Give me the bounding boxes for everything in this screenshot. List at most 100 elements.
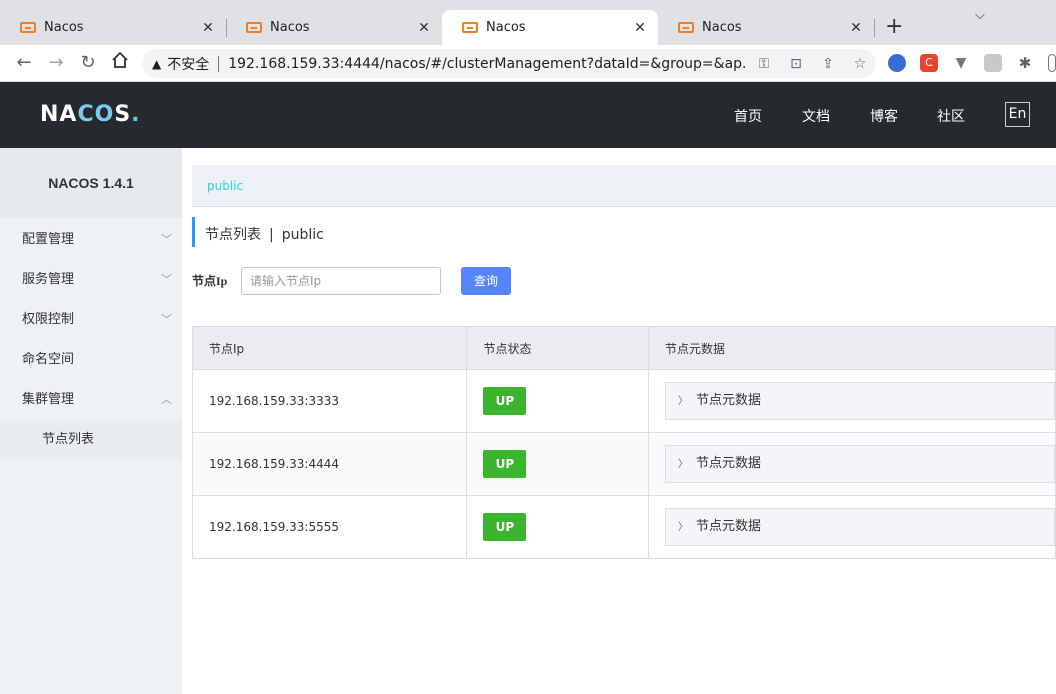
logo-text: .	[131, 102, 141, 127]
sidebar-item-service[interactable]: 服务管理 ﹀	[0, 260, 182, 300]
browser-tab[interactable]: Nacos ✕	[658, 10, 874, 45]
reload-icon[interactable]: ↻	[76, 51, 100, 75]
status-cell: UP	[466, 432, 649, 496]
chevron-up-icon: ︿	[161, 393, 172, 406]
status-badge: UP	[483, 513, 527, 541]
security-label[interactable]: 不安全	[167, 54, 209, 74]
extension-firefox-icon[interactable]	[888, 54, 906, 72]
tab-title: Nacos	[44, 20, 84, 35]
nacos-favicon-icon	[678, 22, 694, 33]
status-cell: UP	[466, 495, 649, 559]
nacos-favicon-icon	[462, 22, 478, 33]
node-ip-cell: 192.168.159.33:3333	[191, 369, 468, 433]
sidebar-item-label: 集群管理	[22, 392, 75, 407]
node-ip-cell: 192.168.159.33:4444	[191, 432, 468, 496]
metadata-expander[interactable]: 〉节点元数据	[664, 508, 1055, 546]
key-icon[interactable]: ⚿	[748, 56, 780, 72]
bookmark-star-icon[interactable]: ☆	[844, 56, 876, 72]
tab-divider	[874, 19, 875, 37]
page-title-text: 节点列表	[205, 227, 261, 243]
extension-gray-icon[interactable]	[984, 54, 1002, 72]
logo-text: NA	[40, 102, 78, 127]
extension-v-icon[interactable]: ▼	[952, 54, 970, 72]
sidebar-item-label: 服务管理	[22, 272, 75, 287]
metadata-cell: 〉节点元数据	[647, 369, 1056, 433]
metadata-label: 节点元数据	[695, 393, 761, 408]
logo-text: O	[94, 102, 115, 127]
chevron-down-icon: ﹀	[161, 313, 172, 326]
forward-arrow-icon[interactable]: →	[44, 51, 68, 75]
tab-close-icon[interactable]: ✕	[632, 20, 648, 36]
table-row: 192.168.159.33:3333 UP 〉节点元数据	[191, 369, 1056, 433]
sidebar-item-label: 权限控制	[22, 312, 75, 327]
sidebar-title: NACOS 1.4.1	[0, 148, 182, 218]
namespace-link[interactable]: public	[207, 179, 243, 193]
share-icon[interactable]: ⇪	[812, 56, 844, 72]
query-button[interactable]: 查询	[461, 267, 511, 295]
extensions-puzzle-icon[interactable]: ✱	[1016, 54, 1034, 72]
home-icon[interactable]	[108, 51, 132, 75]
page-title-separator: |	[269, 227, 274, 243]
nav-blog-link[interactable]: 博客	[870, 106, 898, 126]
sidebar-item-namespace[interactable]: 命名空间	[0, 340, 182, 380]
column-header-status: 节点状态	[466, 326, 649, 370]
chevron-right-icon: 〉	[677, 396, 688, 407]
sidebar-item-config[interactable]: 配置管理 ﹀	[0, 220, 182, 260]
logo-text: C	[77, 102, 95, 127]
browser-toolbar: ← → ↻ ▲ 不安全 192.168.159.33:4444/nacos/#/…	[0, 45, 1056, 82]
tab-title: Nacos	[486, 20, 526, 35]
browser-tab-strip: Nacos ✕ Nacos ✕ Nacos ✕ Nacos ✕ + ⌵	[0, 0, 1056, 45]
tab-title: Nacos	[270, 20, 310, 35]
language-toggle-button[interactable]: En	[1005, 102, 1030, 127]
sidebar-item-auth[interactable]: 权限控制 ﹀	[0, 300, 182, 340]
tab-close-icon[interactable]: ✕	[200, 20, 216, 36]
table-row: 192.168.159.33:4444 UP 〉节点元数据	[191, 432, 1056, 496]
node-ip-cell: 192.168.159.33:5555	[191, 495, 468, 559]
tab-search-chevron-icon[interactable]: ⌵	[975, 8, 985, 23]
browser-tab[interactable]: Nacos ✕	[0, 10, 226, 45]
app-header: NACOS. 首页 文档 博客 社区 En	[0, 82, 1056, 148]
node-ip-filter-label: 节点Ip	[192, 274, 228, 288]
nacos-logo[interactable]: NACOS.	[40, 102, 141, 127]
browser-tab-active[interactable]: Nacos ✕	[442, 10, 658, 45]
browser-tab[interactable]: Nacos ✕	[226, 10, 442, 45]
address-bar[interactable]: ▲ 不安全 192.168.159.33:4444/nacos/#/cluste…	[142, 49, 876, 78]
nacos-favicon-icon	[246, 22, 262, 33]
back-arrow-icon[interactable]: ←	[12, 51, 36, 75]
extension-c-icon[interactable]: C	[920, 54, 938, 72]
metadata-expander[interactable]: 〉节点元数据	[664, 382, 1055, 420]
status-cell: UP	[466, 369, 649, 433]
table-header-row: 节点Ip 节点状态 节点元数据	[191, 326, 1056, 370]
metadata-expander[interactable]: 〉节点元数据	[664, 445, 1055, 483]
metadata-cell: 〉节点元数据	[647, 432, 1056, 496]
new-tab-button[interactable]: +	[885, 16, 903, 38]
sidebar-item-label: 命名空间	[22, 352, 75, 367]
metadata-cell: 〉节点元数据	[647, 495, 1056, 559]
chevron-right-icon: 〉	[677, 522, 688, 533]
sidebar-subitem-node-list[interactable]: 节点列表	[0, 420, 182, 460]
chevron-down-icon: ﹀	[161, 273, 172, 286]
omnibox-divider	[218, 55, 220, 72]
warning-triangle-icon[interactable]: ▲	[152, 57, 161, 71]
url-text[interactable]: 192.168.159.33:4444/nacos/#/clusterManag…	[228, 56, 748, 72]
status-badge: UP	[483, 387, 527, 415]
tab-title: Nacos	[702, 20, 742, 35]
tab-close-icon[interactable]: ✕	[848, 20, 864, 36]
nav-home-link[interactable]: 首页	[734, 106, 762, 126]
tab-close-icon[interactable]: ✕	[416, 20, 432, 36]
sidebar: NACOS 1.4.1 配置管理 ﹀ 服务管理 ﹀ 权限控制 ﹀ 命名空间 集群…	[0, 148, 182, 694]
logo-text: S	[114, 102, 132, 127]
column-header-node-ip: 节点Ip	[191, 326, 468, 370]
namespace-bar: public	[192, 165, 1056, 207]
nav-docs-link[interactable]: 文档	[802, 106, 830, 126]
status-badge: UP	[483, 450, 527, 478]
translate-icon[interactable]: ⊡	[780, 56, 812, 72]
nav-community-link[interactable]: 社区	[937, 106, 965, 126]
profile-icon[interactable]	[1048, 54, 1056, 72]
metadata-label: 节点元数据	[695, 456, 761, 471]
metadata-label: 节点元数据	[695, 519, 761, 534]
sidebar-item-cluster[interactable]: 集群管理 ︿	[0, 380, 182, 420]
node-ip-search-input[interactable]	[241, 267, 441, 295]
chevron-down-icon: ﹀	[161, 233, 172, 246]
chevron-right-icon: 〉	[677, 459, 688, 470]
